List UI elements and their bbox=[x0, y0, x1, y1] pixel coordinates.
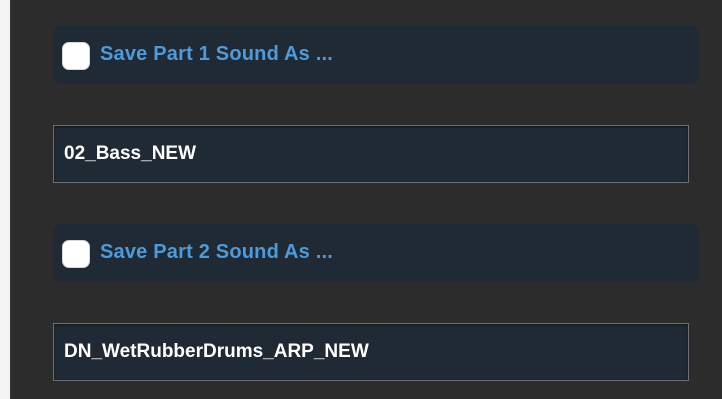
save-sounds-panel: Save Part 1 Sound As ... Save Part 2 Sou… bbox=[10, 0, 722, 399]
part-1-sound-name-field[interactable] bbox=[53, 125, 689, 183]
save-part-1-row[interactable]: Save Part 1 Sound As ... bbox=[53, 26, 699, 84]
part-2-sound-name-field[interactable] bbox=[53, 323, 689, 381]
save-part-2-row[interactable]: Save Part 2 Sound As ... bbox=[53, 224, 699, 282]
save-part-2-label[interactable]: Save Part 2 Sound As ... bbox=[100, 241, 333, 264]
save-part-1-checkbox[interactable] bbox=[62, 42, 90, 70]
save-part-2-checkbox[interactable] bbox=[62, 240, 90, 268]
save-part-1-label[interactable]: Save Part 1 Sound As ... bbox=[100, 43, 333, 66]
